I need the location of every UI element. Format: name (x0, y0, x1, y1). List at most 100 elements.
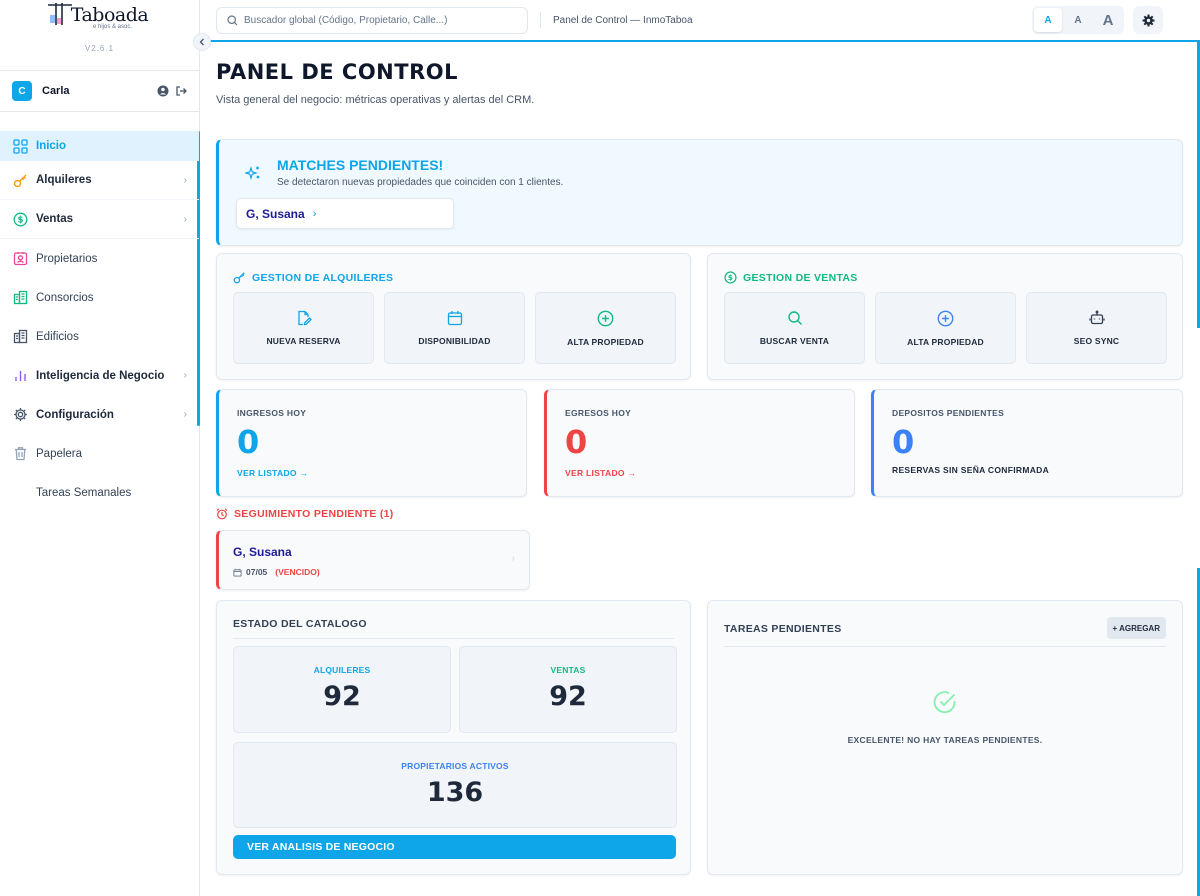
sidebar: Taboada e hijos & asoc. V2.6.1 C Carla I… (0, 0, 200, 896)
global-search[interactable] (216, 6, 528, 34)
sidebar-item-label: Edificios (36, 330, 79, 343)
seo-sync-button[interactable]: SEO SYNC (1026, 292, 1167, 364)
catalog-owners-box: PROPIETARIOS ACTIVOS 136 (233, 742, 677, 828)
logo-text: Taboada (47, 3, 149, 26)
plus-circle-icon (937, 310, 954, 326)
font-size-medium-button[interactable]: A (1064, 8, 1092, 32)
divider (724, 646, 1166, 647)
avatar[interactable]: C (12, 81, 32, 101)
new-reservation-button[interactable]: NUEVA RESERVA (233, 292, 374, 364)
svg-text:$: $ (17, 215, 23, 225)
matches-description: Se detectaron nuevas propiedades que coi… (277, 177, 564, 188)
catalog-rentals-value: 92 (323, 681, 361, 712)
edit-document-icon (297, 310, 312, 326)
catalog-rentals-label: ALQUILERES (313, 665, 371, 675)
svg-text:$: $ (728, 273, 733, 282)
sidebar-item-label: Ventas (36, 213, 74, 225)
check-circle-icon (932, 689, 958, 715)
followup-title-text: SEGUIMIENTO PENDIENTE (1) (234, 508, 394, 520)
add-task-button[interactable]: + AGREGAR (1106, 617, 1166, 639)
deposits-note: RESERVAS SIN SEÑA CONFIRMADA (892, 465, 1050, 475)
rental-add-property-button[interactable]: ALTA PROPIEDAD (535, 292, 676, 364)
font-size-small-button[interactable]: A (1034, 8, 1062, 32)
button-label: SEO SYNC (1073, 336, 1120, 346)
match-client-chip[interactable]: G, Susana › (236, 198, 454, 229)
bar-chart-icon (12, 368, 28, 384)
sidebar-item-tareas-semanales[interactable]: Tareas Semanales (0, 473, 199, 512)
pending-tasks-card: TAREAS PENDIENTES + AGREGAR EXCELENTE! N… (707, 600, 1183, 875)
building-icon (12, 290, 28, 306)
logo[interactable]: Taboada e hijos & asoc. V2.6.1 (0, 0, 199, 70)
button-label: BUSCAR VENTA (759, 336, 830, 346)
match-client-name: G, Susana (246, 206, 305, 221)
sales-management-card: $ GESTION DE VENTAS BUSCAR VENTA ALTA PR… (707, 253, 1183, 380)
expenses-label: EGRESOS HOY (565, 408, 632, 418)
trash-icon (12, 446, 28, 462)
chevron-right-icon: › (183, 370, 187, 381)
sidebar-item-label: Alquileres (36, 174, 92, 186)
logo-name: Taboada (70, 4, 149, 26)
expenses-today-card: EGRESOS HOY 0 VER LISTADO → (544, 389, 855, 497)
followup-date-row: 07/05 (VENCIDO) (233, 567, 320, 577)
search-sale-button[interactable]: BUSCAR VENTA (724, 292, 865, 364)
section-title-text: GESTION DE ALQUILERES (252, 271, 394, 284)
availability-button[interactable]: DISPONIBILIDAD (384, 292, 525, 364)
building-icon (12, 329, 28, 345)
settings-button[interactable] (1133, 6, 1163, 34)
version-label: V2.6.1 (84, 44, 115, 53)
sales-management-title: $ GESTION DE VENTAS (724, 271, 858, 284)
alarm-clock-icon (216, 508, 228, 520)
sale-add-property-button[interactable]: ALTA PROPIEDAD (875, 292, 1016, 364)
gear-icon (12, 407, 28, 423)
catalog-owners-label: PROPIETARIOS ACTIVOS (401, 761, 509, 771)
pending-deposits-card: DEPOSITOS PENDIENTES 0 RESERVAS SIN SEÑA… (871, 389, 1183, 497)
tasks-title: TAREAS PENDIENTES (724, 623, 842, 635)
income-view-list-link[interactable]: VER LISTADO → (237, 468, 308, 478)
logout-icon[interactable] (175, 85, 187, 97)
robot-icon (1088, 310, 1105, 325)
sidebar-item-label: Inteligencia de Negocio (36, 369, 165, 382)
sidebar-item-ventas[interactable]: $ Ventas › (0, 200, 199, 239)
deposits-value: 0 (892, 423, 915, 461)
catalog-sales-value: 92 (549, 681, 587, 712)
catalog-sales-box: VENTAS 92 (459, 646, 677, 733)
topbar: Panel de Control — InmoTaboa A A A (200, 0, 1200, 42)
rentals-management-card: GESTION DE ALQUILERES NUEVA RESERVA DISP… (216, 253, 691, 380)
plus-circle-icon (597, 310, 614, 326)
followup-card[interactable]: G, Susana 07/05 (VENCIDO) › (216, 530, 530, 590)
divider (233, 638, 674, 639)
followup-date: 07/05 (246, 567, 268, 577)
chevron-right-icon: › (312, 207, 317, 220)
sidebar-item-consorcios[interactable]: Consorcios (0, 278, 199, 317)
sidebar-item-alquileres[interactable]: Alquileres › (0, 161, 199, 200)
sidebar-item-label: Papelera (36, 447, 83, 460)
key-icon (12, 172, 28, 188)
sidebar-nav: Inicio Alquileres › $ Ventas › Propietar… (0, 131, 200, 512)
calendar-icon (447, 311, 462, 326)
user-name: Carla (42, 85, 70, 97)
profile-icon[interactable] (157, 85, 169, 97)
matches-title: MATCHES PENDIENTES! (277, 157, 444, 173)
matches-pending-card: MATCHES PENDIENTES! Se detectaron nuevas… (216, 139, 1183, 246)
sidebar-item-configuracion[interactable]: Configuración › (0, 395, 199, 434)
business-analysis-button[interactable]: VER ANALISIS DE NEGOCIO (233, 835, 676, 859)
sidebar-item-label: Propietarios (36, 252, 98, 265)
collapse-sidebar-button[interactable] (193, 33, 211, 51)
font-size-large-button[interactable]: A (1094, 8, 1122, 32)
sidebar-item-inicio[interactable]: Inicio (0, 131, 199, 161)
rentals-management-title: GESTION DE ALQUILERES (233, 271, 393, 284)
sidebar-item-papelera[interactable]: Papelera (0, 434, 199, 473)
button-label: NUEVA RESERVA (266, 336, 341, 346)
followup-title: SEGUIMIENTO PENDIENTE (1) (216, 508, 394, 520)
button-label: ALTA PROPIEDAD (907, 336, 984, 347)
expenses-view-list-link[interactable]: VER LISTADO → (565, 468, 636, 478)
search-input[interactable] (244, 14, 504, 26)
sidebar-item-label: Tareas Semanales (36, 486, 132, 499)
key-icon (233, 271, 246, 284)
sidebar-item-inteligencia-de-negocio[interactable]: Inteligencia de Negocio › (0, 356, 199, 395)
sidebar-item-propietarios[interactable]: Propietarios (0, 239, 199, 278)
logo-mark-icon (47, 3, 72, 25)
sidebar-item-edificios[interactable]: Edificios (0, 317, 199, 356)
income-value: 0 (237, 423, 260, 461)
catalog-owners-value: 136 (426, 777, 484, 808)
